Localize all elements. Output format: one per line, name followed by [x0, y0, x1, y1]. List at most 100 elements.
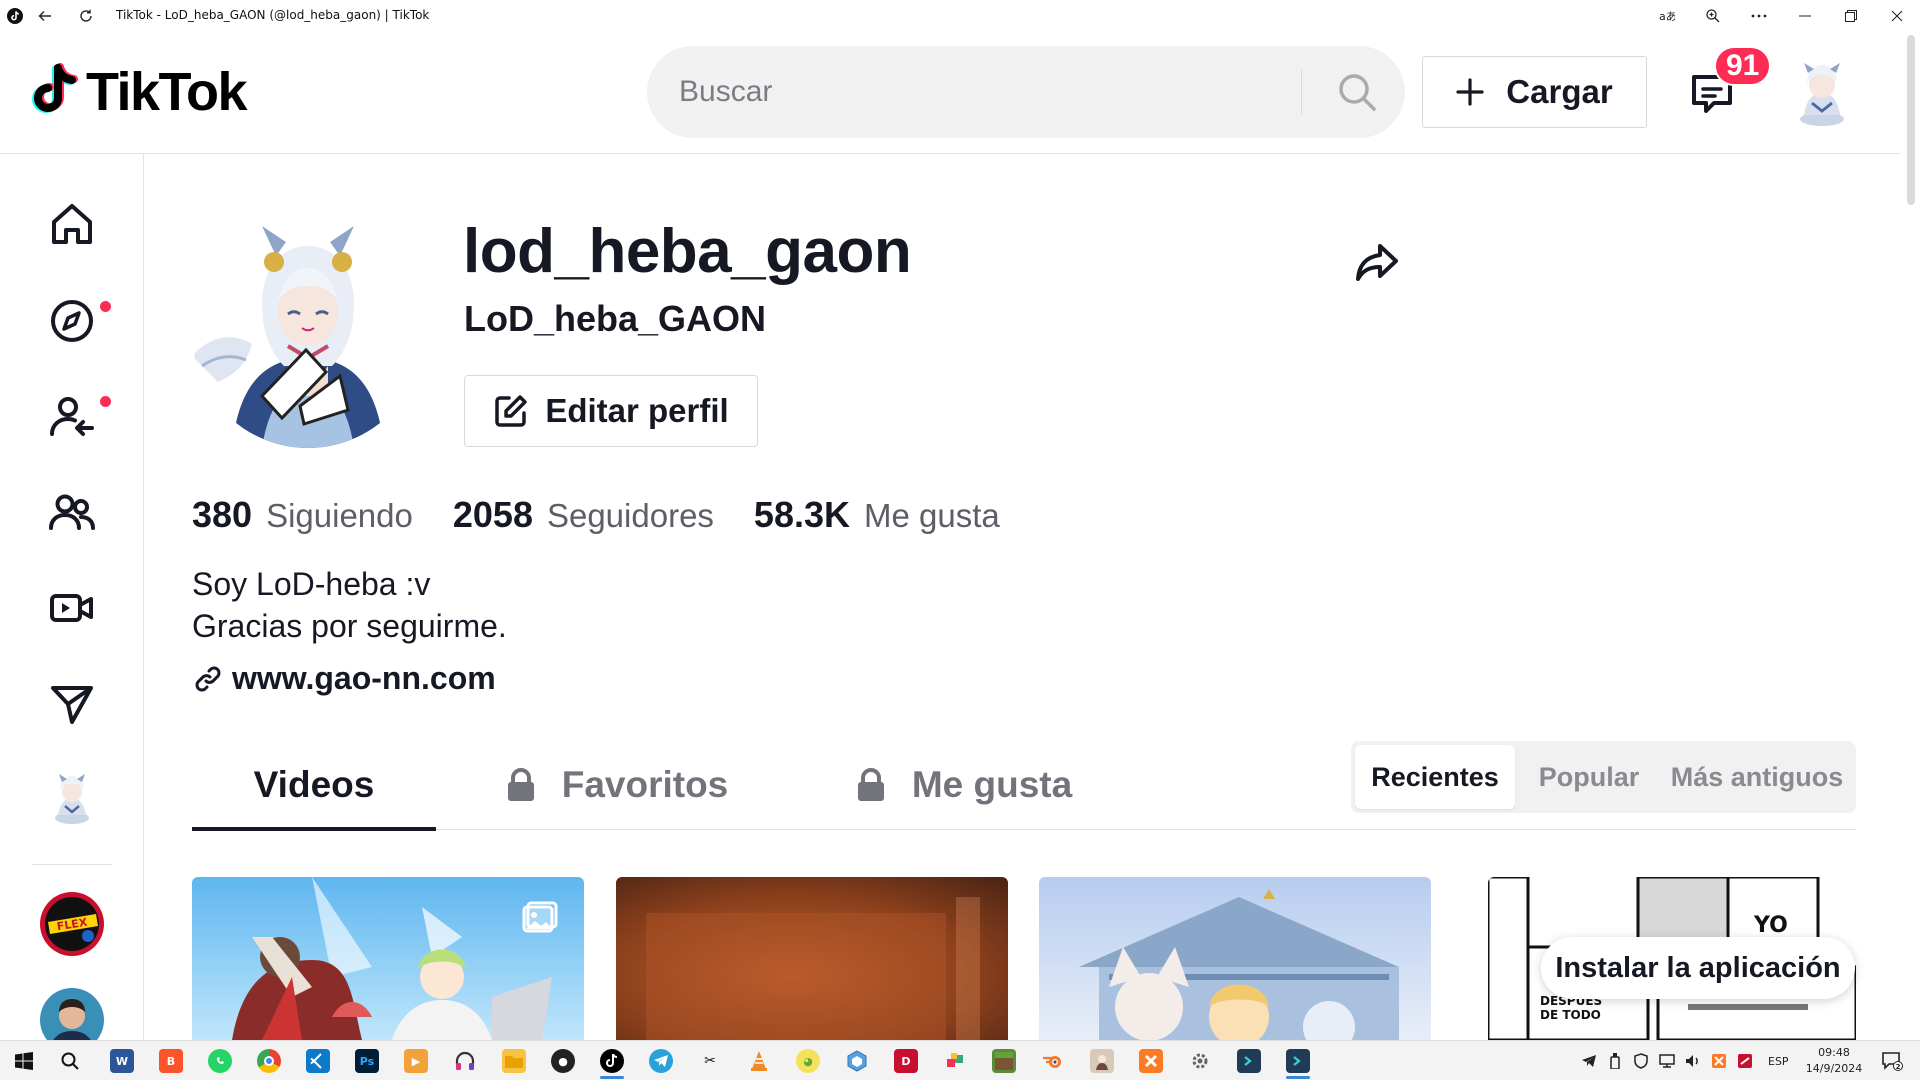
anime-app-icon[interactable]: [1090, 1049, 1114, 1073]
nav-friends[interactable]: [40, 480, 104, 544]
upload-button[interactable]: Cargar: [1422, 56, 1647, 128]
compass-icon: [51, 300, 93, 342]
install-app-button[interactable]: Instalar la aplicación: [1541, 937, 1855, 999]
sort-popular[interactable]: Popular: [1519, 745, 1659, 809]
shield-icon[interactable]: [1633, 1053, 1649, 1069]
whatsapp-icon[interactable]: [208, 1049, 232, 1073]
bio-line: Soy LoD-heba :v: [192, 566, 431, 602]
nav-messages[interactable]: [40, 672, 104, 736]
vscode-icon[interactable]: [306, 1049, 330, 1073]
followed-account-flexseal[interactable]: FLEX: [40, 892, 104, 956]
nav-live[interactable]: [40, 576, 104, 640]
bio-line: Gracias por seguirme.: [192, 608, 507, 644]
taskbar-clock[interactable]: 09:48 14/9/2024: [1804, 1045, 1864, 1077]
back-arrow-icon[interactable]: [36, 7, 54, 25]
page-scrollbar[interactable]: [1900, 31, 1920, 1057]
scrollbar-thumb[interactable]: [1907, 35, 1915, 205]
close-button[interactable]: [1874, 0, 1920, 31]
terminal-app-icon-2[interactable]: [1286, 1049, 1310, 1073]
settings-gear-icon[interactable]: [1188, 1049, 1212, 1073]
search-icon: [1339, 74, 1376, 111]
file-explorer-icon[interactable]: [502, 1049, 526, 1073]
nav-explore[interactable]: [40, 289, 104, 353]
video-thumbnail[interactable]: [616, 877, 1008, 1040]
read-aloud-icon[interactable]: aあ: [1644, 0, 1690, 31]
profile-avatar[interactable]: [192, 216, 424, 448]
telegram-icon[interactable]: [649, 1049, 673, 1073]
zoom-icon[interactable]: [1690, 0, 1736, 31]
following-notification-dot: [100, 396, 111, 407]
minecraft-icon[interactable]: [992, 1049, 1016, 1073]
vlc-icon[interactable]: [747, 1049, 771, 1073]
minimize-button[interactable]: [1782, 0, 1828, 31]
blocks-app-icon[interactable]: [943, 1049, 967, 1073]
nav-following[interactable]: [40, 384, 104, 448]
edit-profile-label: Editar perfil: [545, 392, 729, 429]
capcut-icon[interactable]: ✂: [698, 1049, 722, 1073]
volume-icon[interactable]: [1685, 1053, 1701, 1069]
friends-icon: [49, 494, 95, 530]
gimp-icon[interactable]: ◕: [796, 1049, 820, 1073]
headphones-icon[interactable]: [453, 1049, 477, 1073]
tiktok-logo[interactable]: TikTok: [28, 61, 248, 123]
davinci-icon[interactable]: D: [894, 1049, 918, 1073]
word-icon[interactable]: W: [110, 1049, 134, 1073]
tab-videos[interactable]: Videos: [192, 740, 436, 830]
xampp-tray-icon[interactable]: [1711, 1053, 1727, 1069]
active-app-indicator: [600, 1076, 624, 1079]
terminal-app-icon[interactable]: [1237, 1049, 1261, 1073]
profile-username: lod_heba_gaon: [463, 217, 912, 286]
hexagon-app-icon[interactable]: [845, 1049, 869, 1073]
tab-videos-label: Videos: [253, 764, 375, 805]
profile-stats: 380 Siguiendo 2058 Seguidores 58.3K Me g…: [192, 494, 1040, 536]
search-bar: [647, 46, 1405, 138]
reload-icon[interactable]: [77, 7, 95, 25]
chrome-icon[interactable]: [257, 1049, 281, 1073]
profile-nickname: LoD_heba_GAON: [464, 298, 767, 339]
obs-icon[interactable]: ●: [551, 1049, 575, 1073]
stat-likes: 58.3K Me gusta: [754, 494, 1000, 536]
nav-home[interactable]: [40, 192, 104, 256]
stat-followers[interactable]: 2058 Seguidores: [453, 494, 714, 536]
search-button[interactable]: [1327, 64, 1387, 120]
xampp-icon[interactable]: [1139, 1049, 1163, 1073]
link-icon: [194, 665, 222, 693]
sort-recent[interactable]: Recientes: [1355, 745, 1515, 809]
profile-link[interactable]: www.gao-nn.com: [194, 660, 496, 697]
lock-icon: [506, 768, 536, 802]
notification-count: 2: [1896, 1063, 1901, 1071]
followed-account-user[interactable]: [40, 988, 104, 1040]
windows-start-icon[interactable]: [12, 1049, 36, 1073]
side-navigation: FLEX: [0, 154, 144, 1040]
brave-browser-icon[interactable]: B: [159, 1049, 183, 1073]
more-options-icon[interactable]: [1736, 0, 1782, 31]
input-language[interactable]: ESP: [1768, 1055, 1789, 1068]
search-input[interactable]: [679, 70, 1319, 114]
network-icon[interactable]: [1659, 1053, 1675, 1069]
notification-center-icon[interactable]: 2: [1880, 1049, 1904, 1073]
share-profile-button[interactable]: [1352, 238, 1402, 288]
user-avatar: [40, 988, 104, 1040]
red-app-tray-icon[interactable]: [1737, 1053, 1753, 1069]
media-player-icon[interactable]: ▶: [404, 1049, 428, 1073]
tiktok-taskbar-icon[interactable]: [600, 1049, 624, 1073]
usb-device-icon[interactable]: [1607, 1053, 1623, 1069]
search-icon[interactable]: [58, 1049, 82, 1073]
header-avatar[interactable]: [1790, 59, 1854, 127]
edit-profile-button[interactable]: Editar perfil: [464, 375, 758, 447]
restore-button[interactable]: [1828, 0, 1874, 31]
sort-oldest[interactable]: Más antiguos: [1663, 745, 1851, 809]
telegram-tray-icon[interactable]: [1581, 1053, 1597, 1069]
stat-following[interactable]: 380 Siguiendo: [192, 494, 413, 536]
video-thumbnail[interactable]: [192, 877, 584, 1040]
blender-icon[interactable]: [1041, 1049, 1065, 1073]
following-label: Siguiendo: [266, 497, 413, 534]
tab-liked[interactable]: Me gusta: [844, 740, 1084, 830]
photoshop-icon[interactable]: Ps: [355, 1049, 379, 1073]
tab-favorites[interactable]: Favoritos: [500, 740, 734, 830]
upload-label: Cargar: [1506, 73, 1613, 110]
nav-profile[interactable]: [40, 766, 104, 830]
video-thumbnail[interactable]: [1039, 877, 1431, 1040]
sort-toggle: Recientes Popular Más antiguos: [1351, 741, 1856, 813]
active-app-indicator: [1286, 1076, 1310, 1079]
